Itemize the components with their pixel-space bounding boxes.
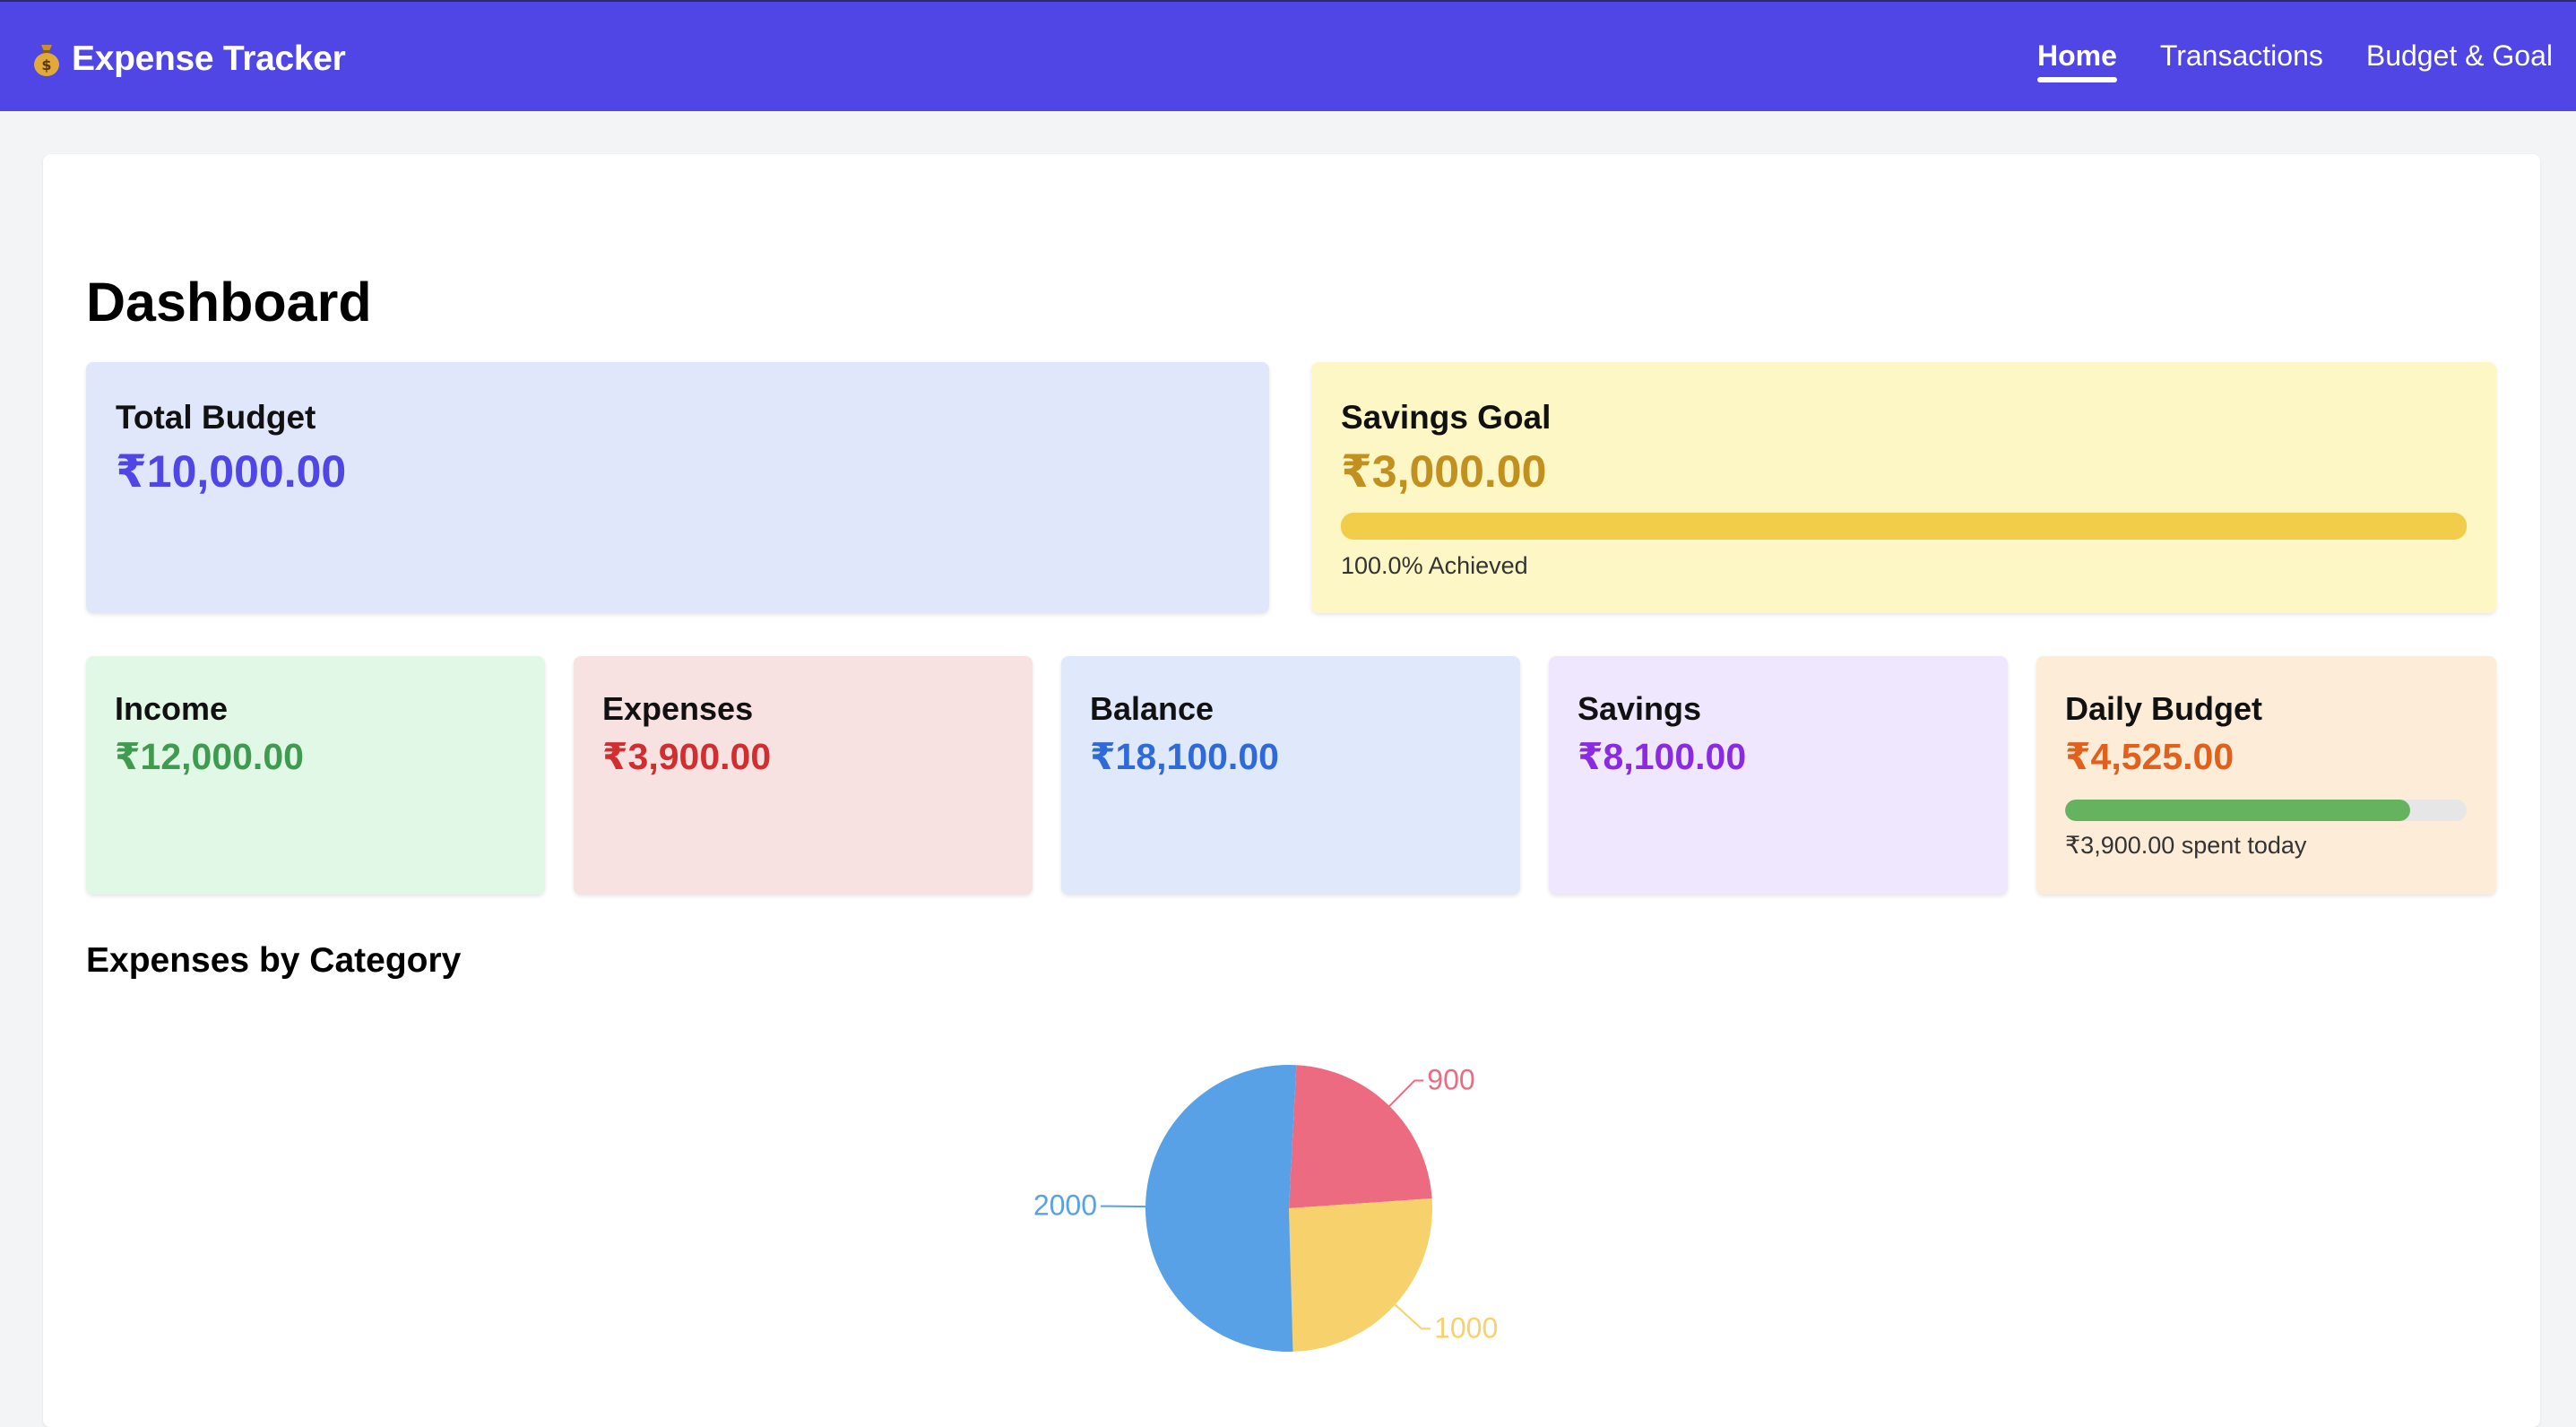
savings-card: Savings ₹8,100.00 (1549, 656, 2008, 895)
daily-budget-progress-fill (2065, 800, 2410, 821)
savings-goal-caption: 100.0% Achieved (1341, 552, 1528, 580)
savings-value: ₹8,100.00 (1578, 735, 1746, 778)
total-budget-card: Total Budget ₹10,000.00 (86, 362, 1269, 613)
section-title-expenses-by-category: Expenses by Category (86, 941, 461, 981)
income-title: Income (115, 690, 228, 728)
pie-slice-1000[interactable] (1289, 1198, 1432, 1352)
daily-budget-value: ₹4,525.00 (2065, 735, 2234, 778)
top-navbar: $ Expense Tracker Home Transactions Budg… (0, 0, 2576, 111)
daily-budget-progress (2065, 800, 2467, 821)
nav-home[interactable]: Home (2037, 38, 2117, 82)
svg-text:$: $ (41, 56, 51, 74)
app-title: Expense Tracker (72, 39, 346, 79)
pie-label-900: 900 (1427, 1063, 1474, 1095)
income-card: Income ₹12,000.00 (86, 656, 545, 895)
balance-card: Balance ₹18,100.00 (1061, 656, 1520, 895)
income-value: ₹12,000.00 (115, 735, 304, 778)
brand[interactable]: $ Expense Tracker (32, 34, 346, 84)
balance-title: Balance (1090, 690, 1214, 728)
page-title: Dashboard (86, 271, 372, 333)
nav-links: Home Transactions Budget & Goal (2037, 38, 2553, 82)
savings-goal-card: Savings Goal ₹3,000.00 100.0% Achieved (1311, 362, 2496, 613)
expenses-pie-chart: 900 1000 2000 (986, 1013, 1613, 1389)
nav-budget-goal[interactable]: Budget & Goal (2366, 38, 2553, 82)
total-budget-value: ₹10,000.00 (116, 445, 346, 497)
daily-budget-card: Daily Budget ₹4,525.00 ₹3,900.00 spent t… (2036, 656, 2496, 895)
expenses-value: ₹3,900.00 (602, 735, 771, 778)
savings-goal-progress (1341, 513, 2467, 540)
pie-label-line-900 (1389, 1080, 1423, 1106)
savings-goal-title: Savings Goal (1341, 399, 1551, 437)
expenses-title: Expenses (602, 690, 753, 728)
savings-goal-value: ₹3,000.00 (1341, 445, 1546, 497)
savings-goal-progress-fill (1341, 513, 2467, 540)
pie-slice-2000[interactable] (1145, 1065, 1296, 1352)
pie-label-2000: 2000 (1033, 1189, 1097, 1222)
expenses-card: Expenses ₹3,900.00 (574, 656, 1033, 895)
nav-transactions[interactable]: Transactions (2160, 38, 2323, 82)
total-budget-title: Total Budget (116, 399, 316, 437)
money-bag-icon: $ (32, 41, 61, 77)
savings-title: Savings (1578, 690, 1701, 728)
pie-slice-900[interactable] (1289, 1065, 1432, 1208)
pie-label-1000: 1000 (1434, 1311, 1498, 1344)
balance-value: ₹18,100.00 (1090, 735, 1279, 778)
pie-label-line-1000 (1395, 1305, 1431, 1329)
daily-budget-caption: ₹3,900.00 spent today (2065, 832, 2306, 860)
daily-budget-title: Daily Budget (2065, 690, 2262, 728)
